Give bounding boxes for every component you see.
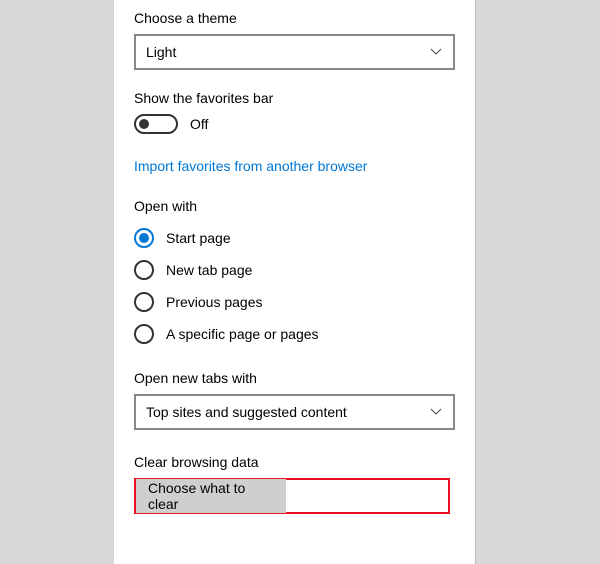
radio-start-page[interactable]: Start page <box>134 222 455 254</box>
radio-icon <box>134 260 154 280</box>
settings-panel: Choose a theme Light Show the favorites … <box>114 0 476 564</box>
import-favorites-link[interactable]: Import favorites from another browser <box>134 158 455 174</box>
choose-what-to-clear-button[interactable]: Choose what to clear <box>136 479 286 513</box>
clear-data-label: Clear browsing data <box>134 454 455 470</box>
open-with-label: Open with <box>134 198 455 214</box>
radio-icon <box>134 292 154 312</box>
radio-label: A specific page or pages <box>166 326 319 342</box>
new-tabs-value: Top sites and suggested content <box>146 404 347 420</box>
favorites-bar-state: Off <box>190 116 208 132</box>
radio-icon <box>134 228 154 248</box>
theme-label: Choose a theme <box>134 10 455 26</box>
toggle-knob <box>139 119 149 129</box>
chevron-down-icon <box>429 405 443 419</box>
theme-value: Light <box>146 44 176 60</box>
new-tabs-label: Open new tabs with <box>134 370 455 386</box>
radio-new-tab-page[interactable]: New tab page <box>134 254 455 286</box>
radio-label: New tab page <box>166 262 252 278</box>
theme-dropdown[interactable]: Light <box>134 34 455 70</box>
open-with-group: Start page New tab page Previous pages A… <box>134 222 455 350</box>
new-tabs-dropdown[interactable]: Top sites and suggested content <box>134 394 455 430</box>
radio-label: Previous pages <box>166 294 263 310</box>
chevron-down-icon <box>429 45 443 59</box>
favorites-bar-label: Show the favorites bar <box>134 90 455 106</box>
highlight-annotation: Choose what to clear <box>134 478 450 514</box>
radio-previous-pages[interactable]: Previous pages <box>134 286 455 318</box>
radio-label: Start page <box>166 230 231 246</box>
radio-icon <box>134 324 154 344</box>
favorites-bar-toggle[interactable] <box>134 114 178 134</box>
radio-specific-page[interactable]: A specific page or pages <box>134 318 455 350</box>
